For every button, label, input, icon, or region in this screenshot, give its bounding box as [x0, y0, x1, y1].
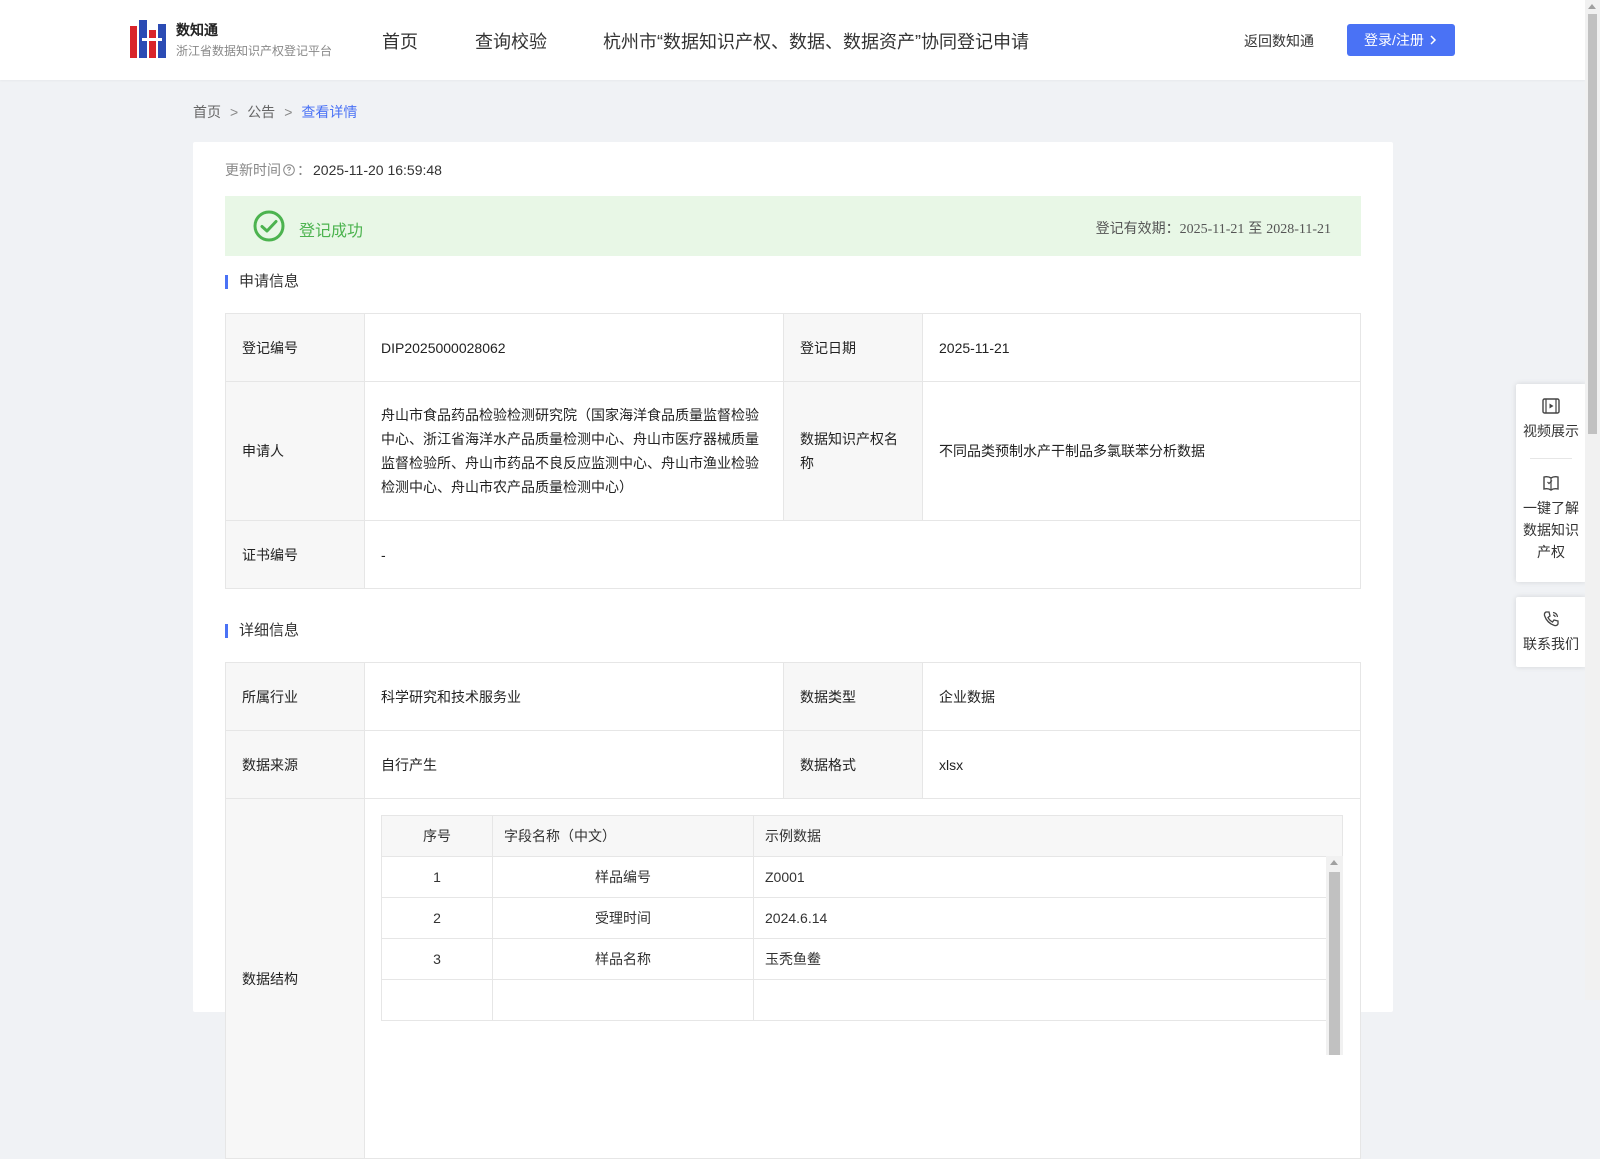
- applicant-value: 舟山市食品药品检验检测研究院（国家海洋食品质量监督检验中心、浙江省海洋水产品质量…: [364, 381, 784, 521]
- cert-no-label: 证书编号: [225, 520, 365, 589]
- reg-date-label: 登记日期: [783, 313, 923, 382]
- applicant-label: 申请人: [225, 381, 365, 521]
- side-float-panel: 视频展示 一键了解 数据知识 产权: [1516, 384, 1586, 582]
- contact-us-button[interactable]: 联系我们: [1516, 597, 1586, 655]
- login-register-button[interactable]: 登录/注册: [1347, 24, 1455, 56]
- update-time-label: 更新时间: [225, 162, 281, 178]
- data-format-label: 数据格式: [783, 730, 923, 799]
- table-row: 2 受理时间 2024.6.14: [381, 897, 1343, 939]
- logo-icon[interactable]: [130, 20, 166, 58]
- industry-label: 所属行业: [225, 662, 365, 731]
- reg-date-value: 2025-11-21: [922, 313, 1361, 382]
- scroll-up-arrow-icon[interactable]: [1588, 4, 1596, 9]
- reg-no-value: DIP2025000028062: [364, 313, 784, 382]
- table-row: 登记编号 DIP2025000028062 登记日期 2025-11-21: [225, 313, 1361, 382]
- data-type-label: 数据类型: [783, 662, 923, 731]
- top-navigation-bar: 数知通 浙江省数据知识产权登记平台 首页 查询校验 杭州市“数据知识产权、数据、…: [0, 0, 1585, 80]
- row-example: 玉秃鱼鲞: [753, 938, 1343, 980]
- update-time-colon: ：: [297, 162, 311, 178]
- reg-no-label: 登记编号: [225, 313, 365, 382]
- data-source-value: 自行产生: [364, 730, 784, 799]
- learn-ip-label-line3: 产权: [1537, 544, 1565, 560]
- ip-name-value: 不同品类预制水产干制品多氯联苯分析数据: [922, 381, 1361, 521]
- breadcrumb-separator: >: [284, 104, 293, 120]
- breadcrumb-notice[interactable]: 公告: [247, 104, 275, 120]
- breadcrumb-home[interactable]: 首页: [193, 104, 221, 120]
- validity-end: 2028-11-21: [1266, 222, 1331, 237]
- contact-us-label: 联系我们: [1523, 636, 1579, 652]
- page-scroll-thumb[interactable]: [1588, 14, 1597, 434]
- header-field: 字段名称（中文）: [492, 815, 754, 857]
- row-idx: 3: [381, 938, 493, 980]
- data-source-label: 数据来源: [225, 730, 365, 799]
- row-field: 受理时间: [492, 897, 754, 939]
- breadcrumb-current: 查看详情: [301, 104, 358, 120]
- learn-ip-label-line2: 数据知识: [1523, 522, 1579, 538]
- detail-card: 更新时间 ： 2025-11-20 16:59:48 登记成功 登记有效期：20…: [193, 142, 1393, 1159]
- industry-value: 科学研究和技术服务业: [364, 662, 784, 731]
- section-title-details: 详细信息: [225, 623, 299, 638]
- chevron-right-icon: [1430, 35, 1436, 45]
- learn-ip-button[interactable]: 一键了解 数据知识 产权: [1516, 459, 1586, 563]
- video-showcase-button[interactable]: 视频展示: [1516, 384, 1586, 458]
- inner-scrollbar[interactable]: [1326, 856, 1343, 1055]
- table-row: 数据来源 自行产生 数据格式 xlsx: [225, 730, 1361, 799]
- header-example: 示例数据: [753, 815, 1343, 857]
- ip-name-label: 数据知识产权名称: [783, 381, 923, 521]
- table-row: 证书编号 -: [225, 520, 1361, 589]
- table-header-row: 序号 字段名称（中文） 示例数据: [381, 815, 1343, 857]
- table-row: 所属行业 科学研究和技术服务业 数据类型 企业数据: [225, 662, 1361, 731]
- table-row: 1 样品编号 Z0001: [381, 856, 1343, 898]
- brand-subtitle: 浙江省数据知识产权登记平台: [176, 44, 333, 58]
- validity-start: 2025-11-21: [1179, 222, 1245, 237]
- login-register-label: 登录/注册: [1364, 32, 1424, 48]
- help-circle-icon[interactable]: [283, 164, 295, 176]
- breadcrumb: 首页 > 公告 > 查看详情: [193, 102, 357, 122]
- video-icon: [1542, 398, 1560, 414]
- details-info-table: 所属行业 科学研究和技术服务业 数据类型 企业数据 数据来源 自行产生 数据格式…: [225, 662, 1361, 1159]
- row-field: 样品编号: [492, 856, 754, 898]
- nav-hangzhou-registration[interactable]: 杭州市“数据知识产权、数据、数据资产”协同登记申请: [603, 28, 1029, 54]
- brand-name: 数知通: [176, 22, 218, 38]
- data-structure-cell: 序号 字段名称（中文） 示例数据 1 样品编号 Z0001 2 受理时间 202…: [364, 798, 1361, 1159]
- data-structure-scroll-area[interactable]: 序号 字段名称（中文） 示例数据 1 样品编号 Z0001 2 受理时间 202…: [381, 815, 1344, 1055]
- nav-query-verify[interactable]: 查询校验: [475, 28, 547, 54]
- row-idx: 1: [381, 856, 493, 898]
- table-row: 申请人 舟山市食品药品检验检测研究院（国家海洋食品质量监督检验中心、浙江省海洋水…: [225, 381, 1361, 521]
- status-text: 登记成功: [299, 223, 364, 240]
- table-row: [381, 979, 1343, 1021]
- section-title-application: 申请信息: [225, 274, 299, 289]
- validity-period: 登记有效期：2025-11-21 至 2028-11-21: [1096, 218, 1331, 238]
- scroll-up-arrow-icon[interactable]: [1330, 860, 1338, 865]
- application-info-table: 登记编号 DIP2025000028062 登记日期 2025-11-21 申请…: [225, 313, 1361, 589]
- learn-ip-label-line1: 一键了解: [1523, 500, 1579, 516]
- video-showcase-label: 视频展示: [1523, 423, 1579, 439]
- table-row: 3 样品名称 玉秃鱼鲞: [381, 938, 1343, 980]
- table-row: 数据结构 序号 字段名称（中文） 示例数据 1 样品编号 Z0001 2 受理时…: [225, 798, 1361, 1159]
- return-link[interactable]: 返回数知通: [1244, 31, 1314, 51]
- book-icon: [1543, 475, 1559, 491]
- data-type-value: 企业数据: [922, 662, 1361, 731]
- nav-home[interactable]: 首页: [382, 28, 418, 54]
- data-structure-table: 序号 字段名称（中文） 示例数据 1 样品编号 Z0001 2 受理时间 202…: [381, 815, 1343, 1021]
- row-field: 样品名称: [492, 938, 754, 980]
- phone-icon: [1543, 611, 1559, 627]
- status-banner: 登记成功 登记有效期：2025-11-21 至 2028-11-21: [225, 196, 1361, 256]
- data-structure-label: 数据结构: [225, 798, 365, 1159]
- data-format-value: xlsx: [922, 730, 1361, 799]
- page-scrollbar[interactable]: [1585, 0, 1600, 1000]
- update-time-row: 更新时间 ： 2025-11-20 16:59:48: [225, 160, 442, 180]
- cert-no-value: -: [364, 520, 1361, 589]
- inner-scroll-thumb[interactable]: [1329, 872, 1340, 1055]
- contact-float-panel: 联系我们: [1516, 597, 1586, 667]
- update-time-value: 2025-11-20 16:59:48: [313, 162, 442, 178]
- breadcrumb-separator: >: [230, 104, 239, 120]
- validity-to: 至: [1248, 220, 1263, 236]
- validity-label: 登记有效期：: [1095, 220, 1180, 236]
- check-circle-icon: [253, 210, 285, 242]
- row-example: 2024.6.14: [753, 897, 1343, 939]
- row-idx: 2: [381, 897, 493, 939]
- row-example: Z0001: [753, 856, 1343, 898]
- header-idx: 序号: [381, 815, 493, 857]
